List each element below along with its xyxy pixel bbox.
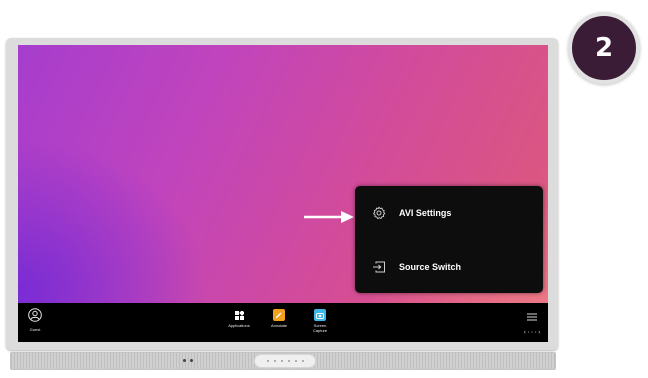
- monitor-bezel: AVI Settings Source Switch Guest Applica…: [6, 38, 558, 350]
- pod-dot: [280, 360, 283, 362]
- menu-item-avi-settings[interactable]: AVI Settings: [371, 199, 531, 227]
- menu-item-source-switch[interactable]: Source Switch: [371, 253, 531, 281]
- guest-label: Guest: [29, 327, 41, 332]
- taskbar: Guest Applications Annotate Screen Captu…: [18, 303, 548, 342]
- pod-dot: [273, 360, 276, 362]
- annotate-button[interactable]: Annotate: [264, 309, 294, 328]
- screen-capture-label: Screen Capture: [312, 323, 328, 333]
- applications-button[interactable]: Applications: [224, 309, 254, 328]
- menu-item-label: AVI Settings: [399, 208, 452, 218]
- applications-label: Applications: [228, 323, 250, 328]
- step-number-badge: 2: [568, 12, 640, 84]
- guest-user-button[interactable]: Guest: [25, 308, 45, 332]
- hamburger-menu-button[interactable]: [527, 308, 537, 326]
- annotate-label: Annotate: [270, 323, 287, 328]
- applications-grid-icon: [233, 309, 245, 321]
- hamburger-menu-icon: [527, 313, 537, 321]
- input-source-icon: [371, 259, 387, 275]
- settings-popup-menu: AVI Settings Source Switch: [355, 186, 543, 293]
- pod-dot: [301, 360, 304, 362]
- sensor-dot: [190, 359, 193, 362]
- pod-dot: [294, 360, 297, 362]
- pointer-arrow-icon: [304, 211, 354, 223]
- gear-icon: [371, 205, 387, 221]
- speaker-strip: [10, 352, 556, 370]
- front-control-pod: [254, 354, 316, 368]
- pod-dot: [287, 360, 290, 362]
- user-avatar-icon: [28, 308, 42, 322]
- screen-capture-button[interactable]: Screen Capture: [305, 309, 335, 333]
- screen-capture-icon: [314, 309, 326, 321]
- menu-item-label: Source Switch: [399, 262, 462, 272]
- sensor-dot: [183, 359, 186, 362]
- display-screen: AVI Settings Source Switch Guest Applica…: [18, 45, 548, 342]
- annotate-icon: [273, 309, 285, 321]
- expand-toolbar-button[interactable]: ‹···›: [523, 329, 541, 336]
- pod-dot: [266, 360, 269, 362]
